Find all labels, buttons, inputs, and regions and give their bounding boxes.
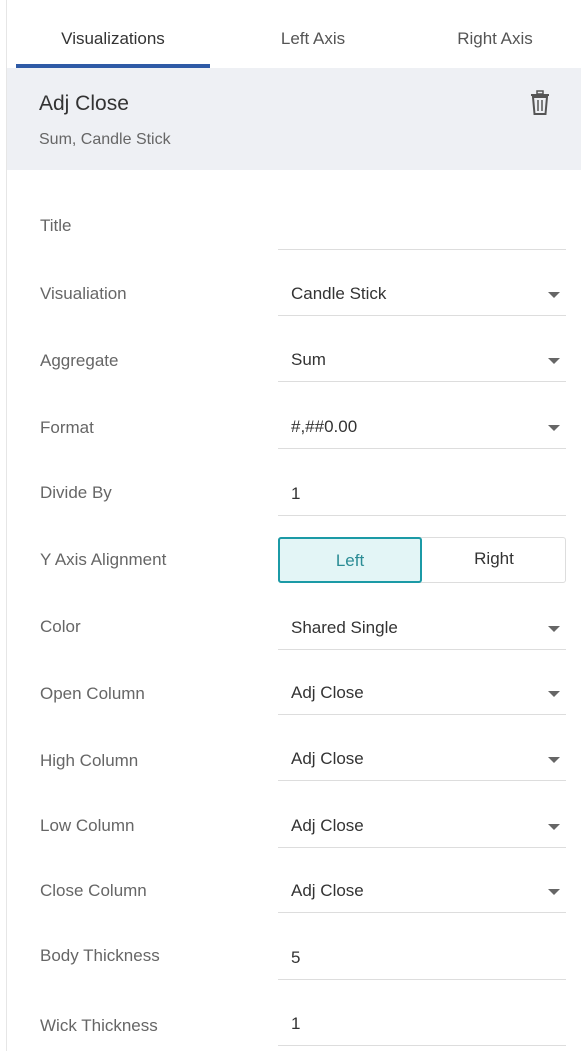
trash-icon[interactable]: [530, 90, 550, 116]
high-column-label: High Column: [40, 751, 139, 770]
divide-by-row: Divide By 1: [7, 476, 581, 526]
align-left-option[interactable]: Left: [278, 537, 422, 583]
title-row: Title: [7, 210, 581, 260]
chevron-down-icon: [548, 889, 560, 895]
color-dropdown[interactable]: Shared Single: [278, 610, 566, 650]
tab-right-axis[interactable]: Right Axis: [415, 0, 575, 68]
low-column-value: Adj Close: [291, 816, 364, 835]
visualization-value: Candle Stick: [291, 284, 387, 303]
divide-by-input[interactable]: 1: [278, 476, 566, 516]
y-axis-alignment-toggle: Left Right: [278, 537, 566, 583]
title-label: Title: [40, 216, 72, 235]
open-column-row: Open Column Adj Close: [7, 675, 581, 725]
chevron-down-icon: [548, 626, 560, 632]
high-column-value: Adj Close: [291, 749, 364, 768]
series-subtitle: Sum, Candle Stick: [39, 131, 171, 148]
divide-by-value: 1: [291, 484, 301, 503]
close-column-label: Close Column: [40, 881, 147, 900]
chevron-down-icon: [548, 425, 560, 431]
close-column-row: Close Column Adj Close: [7, 873, 581, 923]
aggregate-label: Aggregate: [40, 351, 119, 370]
visualization-row: Visualiation Candle Stick: [7, 276, 581, 326]
open-column-dropdown[interactable]: Adj Close: [278, 675, 566, 715]
tab-left-axis[interactable]: Left Axis: [233, 0, 393, 68]
open-column-label: Open Column: [40, 684, 145, 703]
title-input[interactable]: [278, 210, 566, 250]
chevron-down-icon: [548, 824, 560, 830]
visualization-label: Visualiation: [40, 284, 127, 303]
wick-thickness-value: 1: [291, 1014, 301, 1033]
wick-thickness-row: Wick Thickness 1: [7, 1006, 581, 1051]
aggregate-value: Sum: [291, 350, 326, 369]
visualization-dropdown[interactable]: Candle Stick: [278, 276, 566, 316]
aggregate-row: Aggregate Sum: [7, 342, 581, 392]
color-label: Color: [40, 617, 81, 636]
format-dropdown[interactable]: #,##0.00: [278, 409, 566, 449]
tab-bar: Visualizations Left Axis Right Axis: [7, 0, 581, 68]
close-column-value: Adj Close: [291, 881, 364, 900]
format-value: #,##0.00: [291, 417, 358, 436]
align-right-option[interactable]: Right: [422, 537, 566, 583]
close-column-dropdown[interactable]: Adj Close: [278, 873, 566, 913]
format-label: Format: [40, 418, 94, 437]
body-thickness-value: 5: [291, 948, 301, 967]
series-header: Adj Close Sum, Candle Stick: [7, 68, 581, 170]
y-axis-alignment-label: Y Axis Alignment: [40, 550, 167, 569]
high-column-dropdown[interactable]: Adj Close: [278, 741, 566, 781]
body-thickness-input[interactable]: 5: [278, 940, 566, 980]
color-value: Shared Single: [291, 618, 398, 637]
tab-visualizations[interactable]: Visualizations: [16, 0, 210, 68]
low-column-dropdown[interactable]: Adj Close: [278, 808, 566, 848]
open-column-value: Adj Close: [291, 683, 364, 702]
color-row: Color Shared Single: [7, 610, 581, 660]
high-column-row: High Column Adj Close: [7, 741, 581, 791]
format-row: Format #,##0.00: [7, 409, 581, 459]
y-axis-alignment-row: Y Axis Alignment Left Right: [7, 537, 581, 587]
series-title: Adj Close: [39, 92, 129, 115]
aggregate-dropdown[interactable]: Sum: [278, 342, 566, 382]
chevron-down-icon: [548, 691, 560, 697]
divide-by-label: Divide By: [40, 483, 112, 502]
wick-thickness-input[interactable]: 1: [278, 1006, 566, 1046]
low-column-row: Low Column Adj Close: [7, 808, 581, 858]
wick-thickness-label: Wick Thickness: [40, 1016, 158, 1035]
body-thickness-row: Body Thickness 5: [7, 940, 581, 990]
chevron-down-icon: [548, 358, 560, 364]
body-thickness-label: Body Thickness: [40, 946, 160, 965]
chevron-down-icon: [548, 292, 560, 298]
chevron-down-icon: [548, 757, 560, 763]
low-column-label: Low Column: [40, 816, 135, 835]
